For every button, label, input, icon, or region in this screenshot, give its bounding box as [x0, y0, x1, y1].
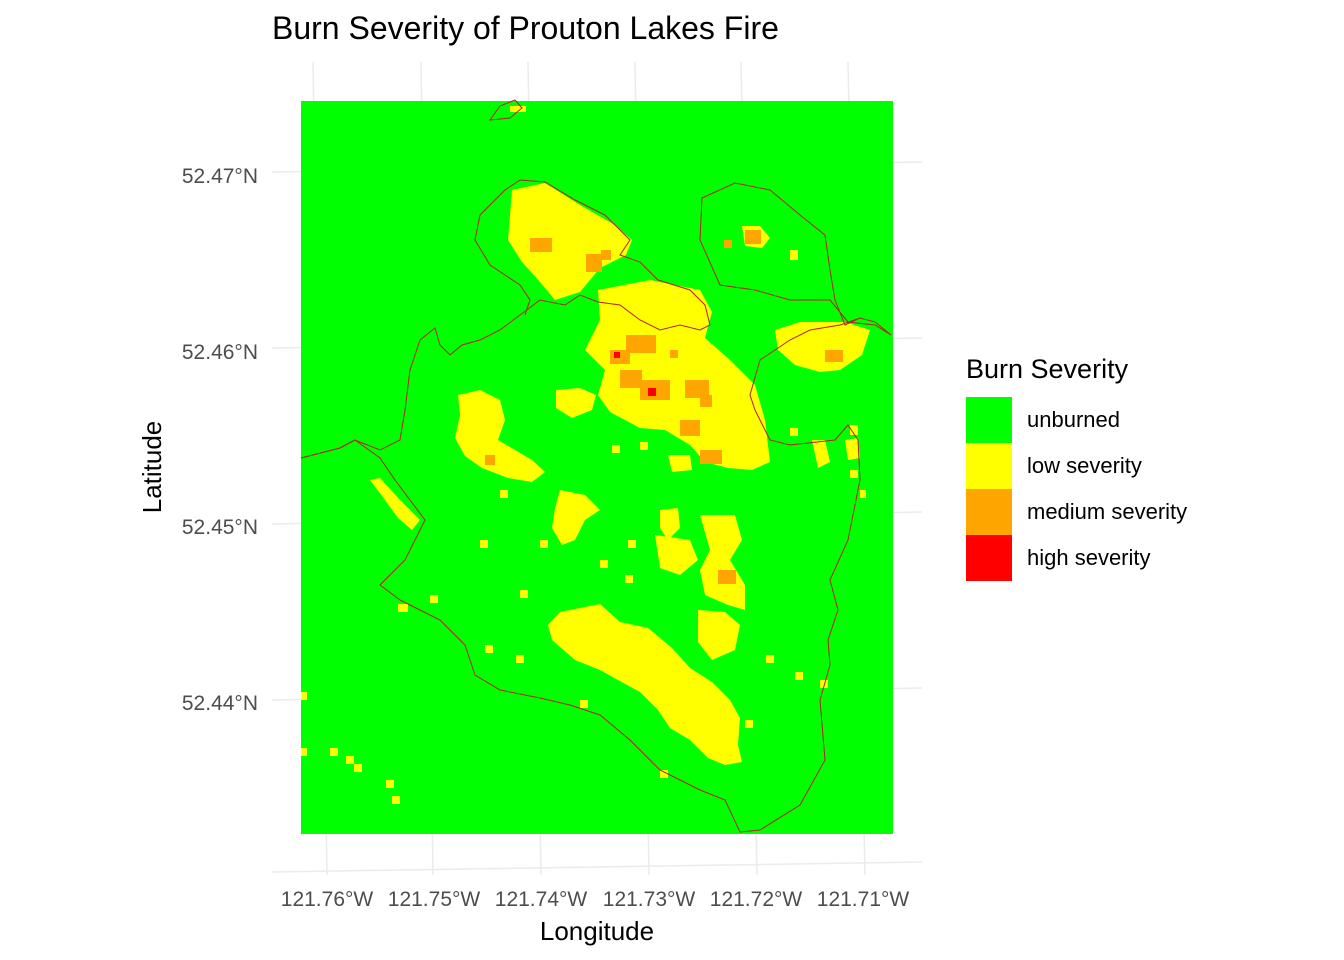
legend-swatch — [966, 489, 1012, 535]
legend-label: medium severity — [1027, 499, 1188, 524]
legend-item-medium-severity: medium severity — [966, 489, 1187, 535]
legend-title: Burn Severity — [966, 354, 1129, 384]
legend-label: unburned — [1027, 407, 1120, 432]
x-tick-label: 121.74°W — [495, 888, 588, 911]
x-tick-label: 121.72°W — [710, 888, 803, 911]
legend-item-unburned: unburned — [966, 397, 1187, 443]
x-tick-label: 121.76°W — [281, 888, 374, 911]
y-tick-label: 52.46°N — [182, 341, 258, 364]
x-tick-label: 121.73°W — [603, 888, 696, 911]
y-tick-label: 52.45°N — [182, 516, 258, 539]
x-tick-label: 121.71°W — [817, 888, 910, 911]
y-axis-ticks: 52.47°N 52.46°N 52.45°N 52.44°N — [182, 165, 258, 715]
x-tick-label: 121.75°W — [388, 888, 481, 911]
legend-swatch — [966, 397, 1012, 443]
y-axis-title: Latitude — [137, 421, 167, 514]
legend-item-high-severity: high severity — [966, 535, 1187, 581]
x-axis-title: Longitude — [540, 916, 654, 946]
legend-item-low-severity: low severity — [966, 443, 1187, 489]
x-axis-ticks: 121.76°W 121.75°W 121.74°W 121.73°W 121.… — [281, 888, 910, 911]
legend-label: high severity — [1027, 545, 1151, 570]
legend: Burn Severity unburned low severity medi… — [966, 354, 1187, 581]
y-tick-label: 52.44°N — [182, 692, 258, 715]
legend-swatch — [966, 535, 1012, 581]
legend-label: low severity — [1027, 453, 1142, 478]
legend-swatch — [966, 443, 1012, 489]
y-tick-label: 52.47°N — [182, 165, 258, 188]
